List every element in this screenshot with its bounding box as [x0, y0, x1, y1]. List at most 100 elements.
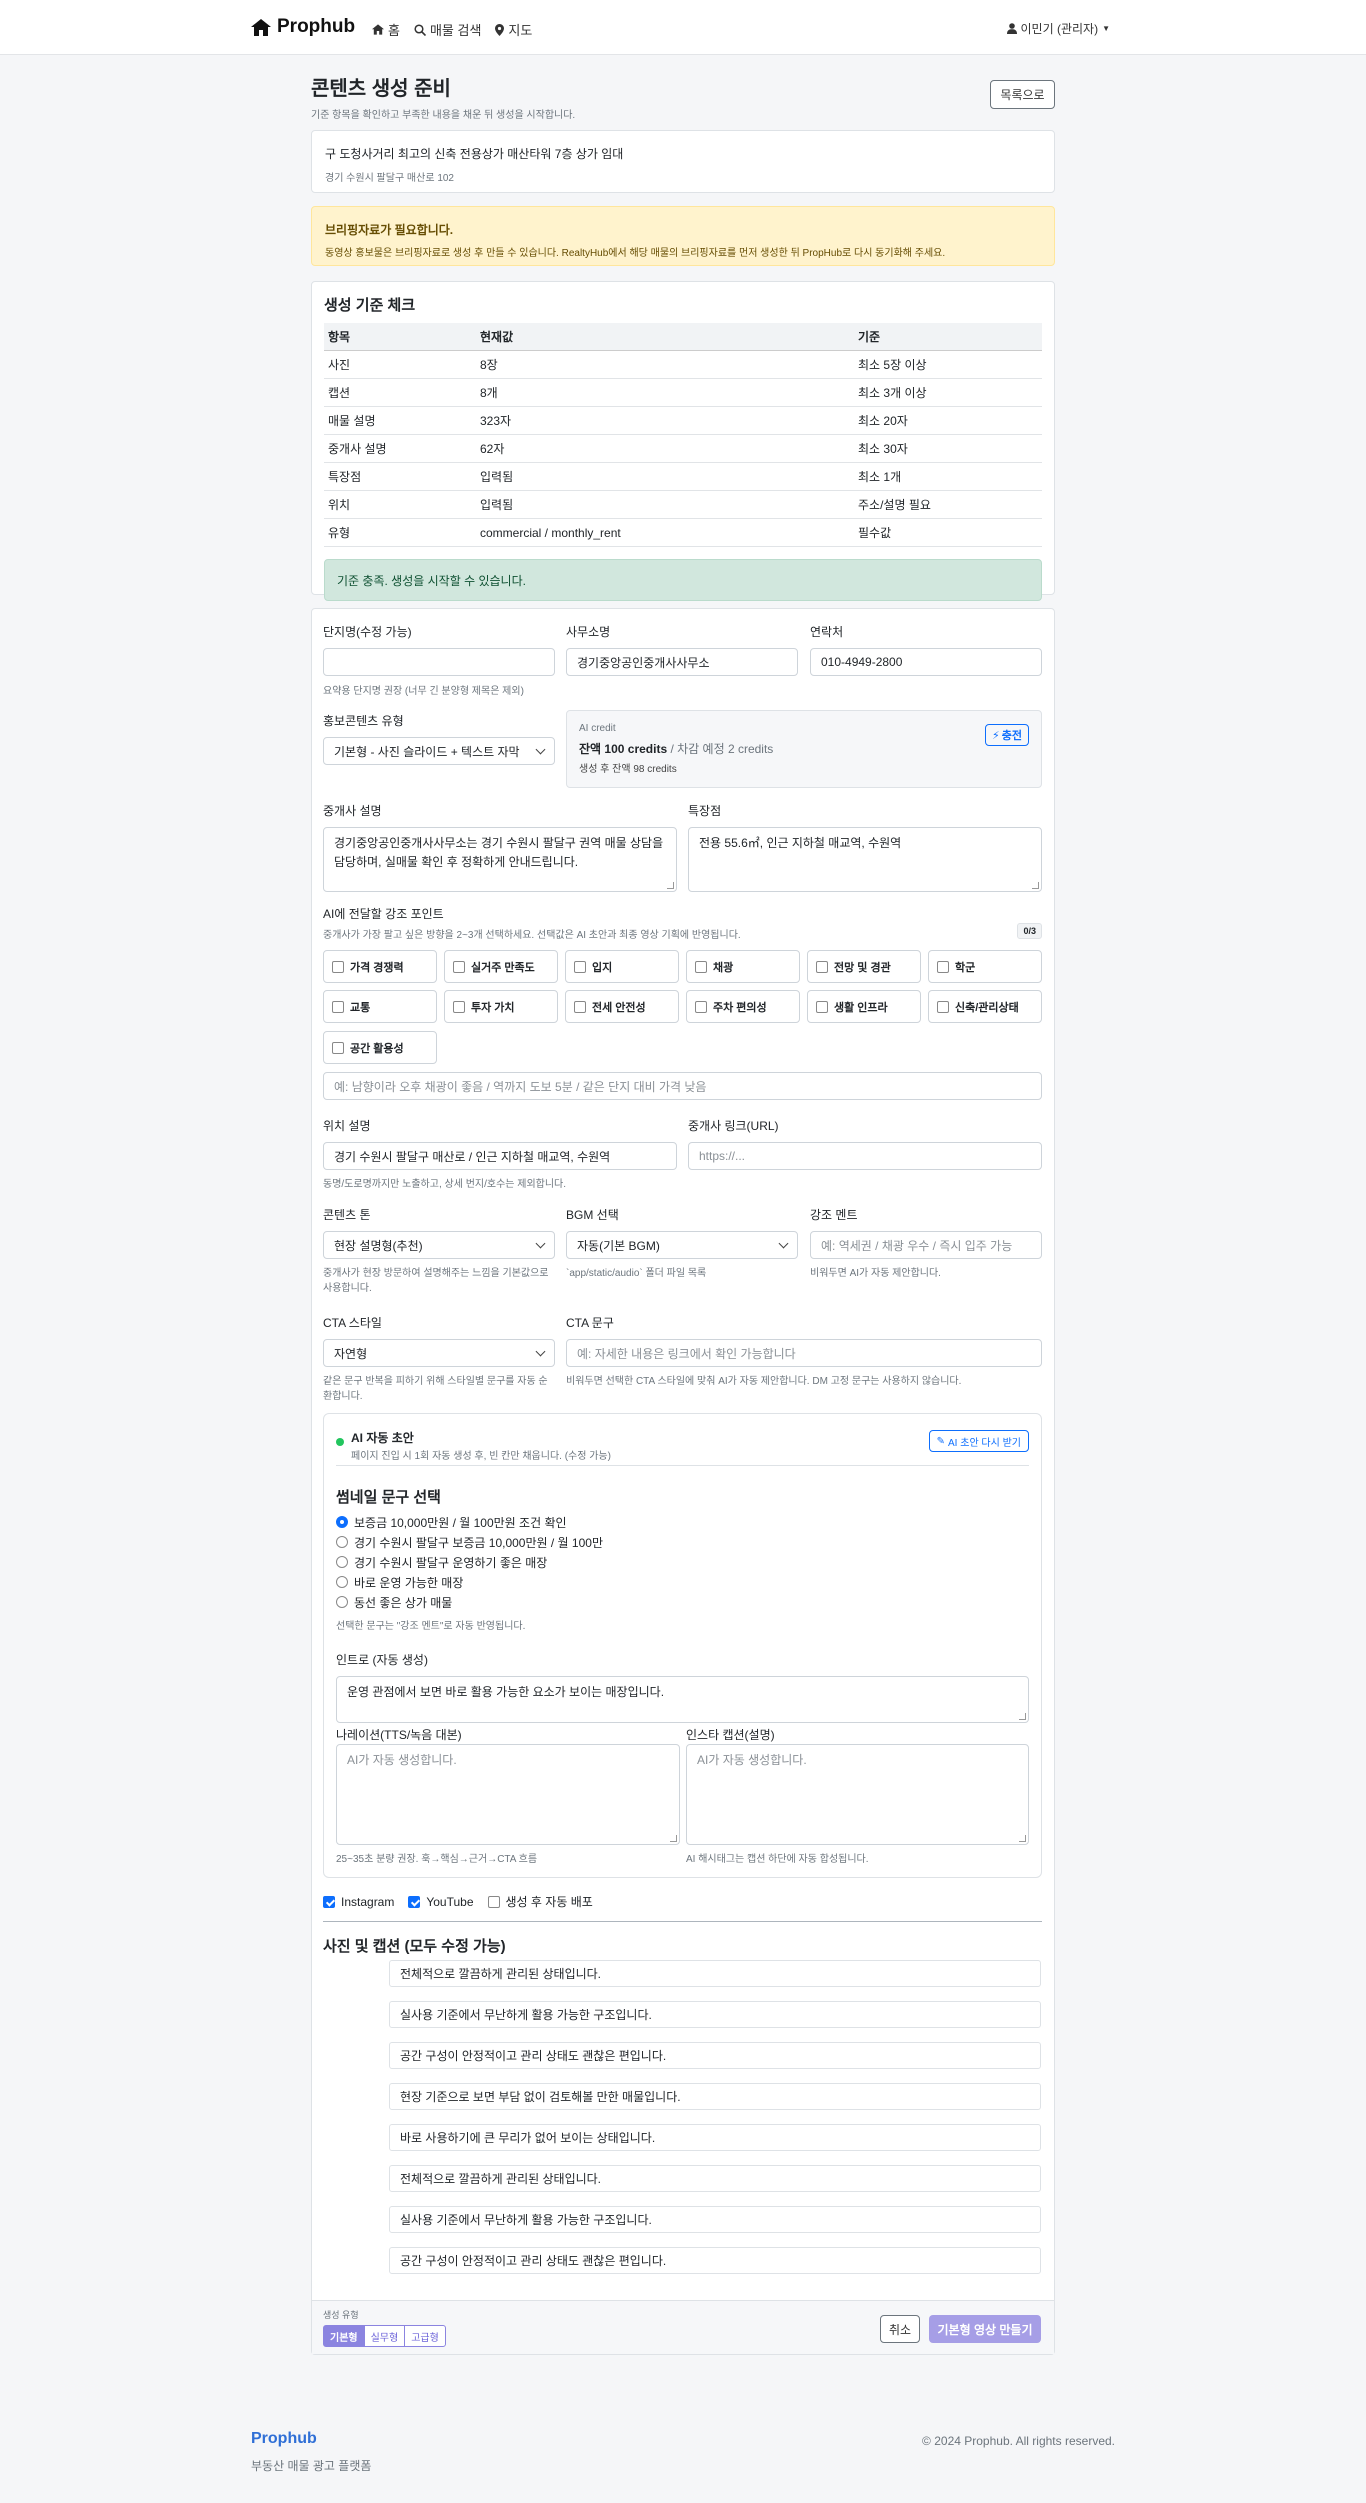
checkbox[interactable]	[937, 1000, 949, 1013]
ai-redraft-label: AI 초안 다시 받기	[948, 1437, 1021, 1449]
checkbox[interactable]	[453, 960, 465, 973]
cta-style-select[interactable]: 자연형	[323, 1339, 555, 1367]
checkbox[interactable]	[695, 960, 707, 973]
radio[interactable]	[336, 1576, 348, 1588]
location-input[interactable]: 경기 수원시 팔달구 매산로 / 인근 지하철 매교역, 수원역	[323, 1142, 677, 1170]
chevron-down-icon	[535, 744, 546, 754]
generation-type-label: 생성 유형	[323, 2310, 359, 2320]
footer: Prophub 부동산 매물 광고 플랫폼 © 2024 Prophub. Al…	[0, 2415, 1366, 2503]
office-input[interactable]: 경기중앙공인중개사사무소	[566, 648, 798, 676]
criteria-header-item: 항목	[324, 323, 476, 351]
checkbox[interactable]	[323, 1895, 335, 1908]
narration-textarea[interactable]: AI가 자동 생성합니다.	[336, 1744, 680, 1845]
insta-caption-textarea[interactable]: AI가 자동 생성합니다.	[686, 1744, 1029, 1845]
emphasis-chip[interactable]: 교통	[323, 990, 437, 1023]
content-type-value: 기본형 - 사진 슬라이드 + 텍스트 자막	[334, 744, 520, 759]
checkbox[interactable]	[937, 960, 949, 973]
resize-handle[interactable]	[1019, 1835, 1026, 1842]
brand-link[interactable]: Prophub	[251, 16, 355, 38]
thumbnail-option[interactable]: 경기 수원시 팔달구 운영하기 좋은 매장	[336, 1552, 936, 1572]
radio[interactable]	[336, 1556, 348, 1568]
photo-caption-input[interactable]: 현장 기준으로 보면 부담 없이 검토해볼 만한 매물입니다.	[389, 2083, 1041, 2110]
contact-input[interactable]: 010-4949-2800	[810, 648, 1042, 676]
thumbnail-title: 썸네일 문구 선택	[336, 1489, 441, 1506]
cancel-button[interactable]: 취소	[880, 2315, 920, 2343]
footer-brand[interactable]: Prophub	[251, 2430, 317, 2448]
generation-type-tab[interactable]: 기본형	[323, 2325, 365, 2347]
photo-caption-input[interactable]: 바로 사용하기에 큰 무리가 없어 보이는 상태입니다.	[389, 2124, 1041, 2151]
emphasis-custom-input[interactable]: 예: 남향이라 오후 채광이 좋음 / 역까지 도보 5분 / 같은 단지 대비…	[323, 1072, 1042, 1100]
emphasis-chip[interactable]: 가격 경쟁력	[323, 950, 437, 983]
content-type-select[interactable]: 기본형 - 사진 슬라이드 + 텍스트 자막	[323, 737, 555, 765]
emphasis-chip[interactable]: 입지	[565, 950, 679, 983]
emphasis-chip[interactable]: 신축/관리상태	[928, 990, 1042, 1023]
emphasis-chip[interactable]: 생활 인프라	[807, 990, 921, 1023]
emphasis-chip[interactable]: 학군	[928, 950, 1042, 983]
emphasis-chip[interactable]: 전망 및 경관	[807, 950, 921, 983]
resize-handle[interactable]	[1032, 882, 1039, 889]
emphasis-chip[interactable]: 공간 활용성	[323, 1031, 437, 1064]
resize-handle[interactable]	[667, 882, 674, 889]
checkbox[interactable]	[695, 1000, 707, 1013]
ai-redraft-button[interactable]: ✎ AI 초안 다시 받기	[928, 1430, 1029, 1452]
platform-option[interactable]: Instagram	[323, 1893, 394, 1910]
thumbnail-option[interactable]: 동선 좋은 상가 매물	[336, 1592, 936, 1612]
platform-option[interactable]: YouTube	[408, 1893, 474, 1910]
emphasis-chip[interactable]: 투자 가치	[444, 990, 558, 1023]
charge-credit-button[interactable]: ⚡ 충전	[985, 724, 1029, 746]
thumbnail-option[interactable]: 경기 수원시 팔달구 보증금 10,000만원 / 월 100만	[336, 1532, 936, 1552]
emphasis-chip[interactable]: 채광	[686, 950, 800, 983]
insta-caption-label: 인스타 캡션(설명)	[686, 1728, 775, 1742]
criteria-cell-item: 사진	[324, 350, 476, 379]
back-to-list-button[interactable]: 목록으로	[990, 80, 1055, 109]
generation-type-tab[interactable]: 실무형	[363, 2325, 406, 2347]
bgm-select[interactable]: 자동(기본 BGM)	[566, 1231, 798, 1259]
nav-search[interactable]: 매물 검색	[414, 20, 481, 39]
checkbox[interactable]	[453, 1000, 465, 1013]
checkbox[interactable]	[816, 960, 828, 973]
photo-caption-input[interactable]: 실사용 기준에서 무난하게 활용 가능한 구조입니다.	[389, 2206, 1041, 2233]
radio[interactable]	[336, 1536, 348, 1548]
nav-map[interactable]: 지도	[495, 20, 532, 39]
agent-link-input[interactable]: https://...	[688, 1142, 1042, 1170]
photo-caption-input[interactable]: 공간 구성이 안정적이고 관리 상태도 괜찮은 편입니다.	[389, 2247, 1041, 2274]
checkbox[interactable]	[487, 1895, 500, 1908]
photo-caption-input[interactable]: 전체적으로 깔끔하게 관리된 상태입니다.	[389, 2165, 1041, 2192]
photo-caption-input[interactable]: 실사용 기준에서 무난하게 활용 가능한 구조입니다.	[389, 2001, 1041, 2028]
radio[interactable]	[336, 1596, 348, 1608]
page-subtitle: 기준 항목을 확인하고 부족한 내용을 채운 뒤 생성을 시작합니다.	[311, 110, 576, 121]
generation-type-tab[interactable]: 고급형	[404, 2325, 446, 2347]
checkbox[interactable]	[332, 1000, 344, 1013]
checkbox[interactable]	[574, 960, 586, 973]
emphasis-chip[interactable]: 주차 편의성	[686, 990, 800, 1023]
checkbox[interactable]	[332, 1041, 344, 1054]
thumbnail-option[interactable]: 바로 운영 가능한 매장	[336, 1572, 936, 1592]
checkbox[interactable]	[574, 1000, 586, 1013]
checkbox[interactable]	[332, 960, 344, 973]
checkbox[interactable]	[816, 1000, 828, 1013]
intro-textarea[interactable]: 운영 관점에서 보면 바로 활용 가능한 요소가 보이는 매장입니다.	[336, 1676, 1029, 1723]
office-field: 사무소명 경기중앙공인중개사사무소	[566, 623, 798, 676]
criteria-cell-current: commercial / monthly_rent	[476, 518, 854, 547]
create-video-button[interactable]: 기본형 영상 만들기	[929, 2315, 1041, 2343]
emphasis-chip[interactable]: 전세 안전성	[565, 990, 679, 1023]
emphasis-chip-label: 신축/관리상태	[955, 1001, 1019, 1014]
thumbnail-option[interactable]: 보증금 10,000만원 / 월 100만원 조건 확인	[336, 1512, 936, 1532]
cta-input[interactable]: 예: 자세한 내용은 링크에서 확인 가능합니다	[566, 1339, 1042, 1367]
photo-caption-input[interactable]: 공간 구성이 안정적이고 관리 상태도 괜찮은 편입니다.	[389, 2042, 1041, 2069]
user-menu[interactable]: 이민기 (관리자) ▼	[1006, 20, 1110, 37]
photo-caption-input[interactable]: 전체적으로 깔끔하게 관리된 상태입니다.	[389, 1960, 1041, 1987]
tone-select[interactable]: 현장 설명형(추천)	[323, 1231, 555, 1259]
nav-home[interactable]: 홈	[372, 20, 400, 39]
contact-field: 연락처 010-4949-2800	[810, 623, 1042, 676]
agent-desc-textarea[interactable]: 경기중앙공인중개사사무소는 경기 수원시 팔달구 권역 매물 상담을 담당하며,…	[323, 827, 677, 892]
checkbox[interactable]	[408, 1895, 421, 1908]
hint-input[interactable]: 예: 역세권 / 채광 우수 / 즉시 입주 가능	[810, 1231, 1042, 1259]
features-textarea[interactable]: 전용 55.6㎡, 인근 지하철 매교역, 수원역	[688, 827, 1042, 892]
radio[interactable]	[336, 1516, 348, 1528]
emphasis-chip[interactable]: 실거주 만족도	[444, 950, 558, 983]
resize-handle[interactable]	[1019, 1713, 1026, 1720]
complex-input[interactable]	[323, 648, 555, 676]
platform-option[interactable]: 생성 후 자동 배포	[487, 1893, 593, 1910]
resize-handle[interactable]	[670, 1835, 677, 1842]
